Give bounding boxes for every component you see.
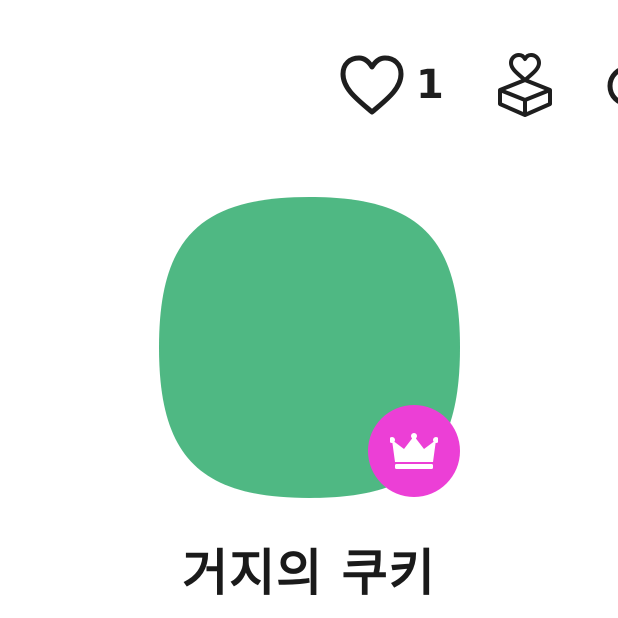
like-button[interactable]: 1 (338, 54, 444, 116)
gift-button[interactable] (496, 52, 554, 118)
profile-avatar[interactable] (157, 195, 462, 500)
more-button[interactable] (606, 64, 618, 108)
heart-outline-icon (338, 54, 406, 116)
crown-icon (390, 432, 438, 470)
like-count: 1 (416, 62, 444, 108)
gift-box-heart-icon (496, 52, 554, 118)
profile-name: 거지의 쿠키 (182, 544, 436, 602)
header-actions: 1 (338, 52, 554, 118)
premium-badge (368, 405, 460, 497)
more-circle-icon (606, 64, 618, 108)
